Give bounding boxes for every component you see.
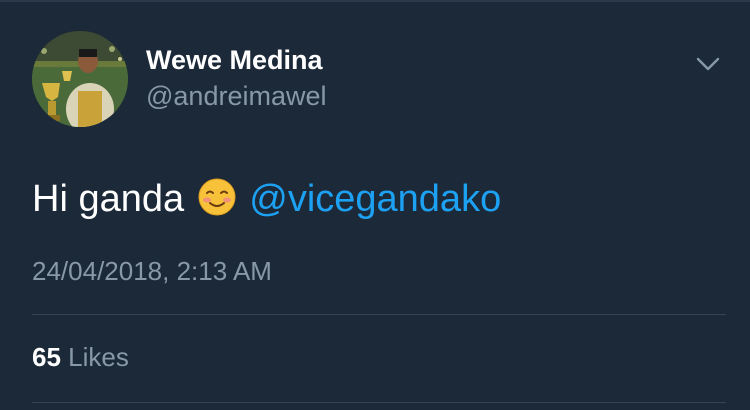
likes-label: Likes (68, 342, 129, 372)
tweet-text: Hi ganda @vicegandako (32, 176, 501, 222)
tweet-timestamp[interactable]: 24/04/2018, 2:13 AM (32, 255, 272, 287)
chevron-down-icon[interactable] (692, 50, 724, 78)
tweet-text-body: Hi ganda (32, 178, 185, 220)
likes-count: 65 (32, 342, 61, 372)
top-divider (0, 0, 750, 2)
author-handle[interactable]: @andreimawel (146, 80, 326, 112)
mention-link[interactable]: @vicegandako (249, 178, 501, 220)
tweet-detail-view: Wewe Medina @andreimawel Hi ganda @viceg… (0, 0, 750, 410)
divider (32, 402, 726, 403)
likes-stat[interactable]: 65 Likes (32, 341, 129, 373)
divider (32, 314, 726, 315)
smiling-face-emoji (198, 178, 236, 216)
avatar[interactable] (32, 31, 128, 127)
author-display-name[interactable]: Wewe Medina (146, 44, 323, 76)
profile-photo (32, 31, 128, 127)
